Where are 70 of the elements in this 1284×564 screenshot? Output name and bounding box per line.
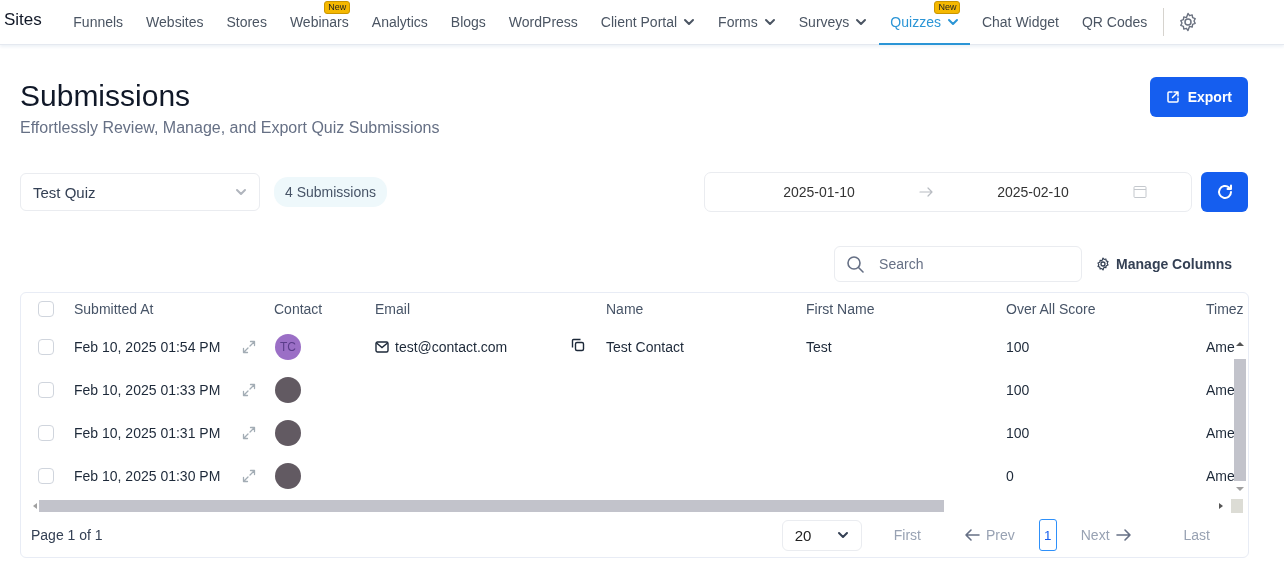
table-cell: 100: [1006, 381, 1030, 398]
nav-tab[interactable]: Forms: [706, 13, 788, 45]
column-header: First Name: [806, 301, 876, 317]
copy-icon[interactable]: [571, 338, 585, 352]
nav-tab[interactable]: WordPress: [497, 13, 590, 45]
table-cell: Test: [806, 338, 832, 355]
table-cell: Test Contact: [606, 338, 684, 355]
column-header: Timez: [1206, 301, 1245, 317]
nav-tab[interactable]: Stores: [214, 13, 279, 45]
checkbox[interactable]: [38, 338, 54, 355]
search-field[interactable]: Search: [834, 246, 1083, 282]
avatar: TC: [275, 333, 301, 360]
nav-tab[interactable]: Client Portal: [589, 13, 707, 45]
table-cell: Ame: [1206, 424, 1235, 441]
page-title: Submissions: [20, 78, 192, 114]
nav-tab[interactable]: Blogs: [439, 13, 498, 45]
table-cell: 100: [1006, 338, 1030, 355]
column-header: Over All Score: [1006, 301, 1097, 317]
date-range-picker[interactable]: 2025-01-10 2025-02-10: [704, 172, 1192, 212]
page-info: Page 1 of 1: [31, 527, 103, 543]
refresh-button[interactable]: [1201, 172, 1248, 212]
export-button[interactable]: Export: [1149, 77, 1248, 117]
column-header: Email: [375, 301, 411, 317]
table-cell-text: Feb 10, 2025 01:31 PM: [74, 424, 222, 441]
table-cell: Ame: [1206, 338, 1235, 355]
new-badge: New: [934, 0, 961, 14]
arrow-left-icon: [963, 528, 980, 542]
calendar-icon: [1133, 185, 1147, 199]
page-size-select[interactable]: 20: [781, 519, 862, 551]
nav-tab[interactable]: Webinars: [278, 13, 361, 45]
nav-tab[interactable]: Chat Widget: [970, 13, 1071, 45]
column-header: Contact: [274, 301, 324, 317]
arrow-right-icon: [919, 187, 933, 197]
email-link[interactable]: test@contact.com: [375, 338, 571, 355]
checkbox[interactable]: [38, 467, 54, 484]
nav-tab[interactable]: Surveys: [787, 13, 879, 45]
expand-icon[interactable]: [242, 468, 256, 483]
brand-title: Sites: [4, 10, 42, 30]
checkbox[interactable]: [38, 381, 54, 398]
table-cell-text: Feb 10, 2025 01:30 PM: [74, 467, 222, 484]
checkbox[interactable]: [38, 301, 54, 317]
settings-icon: [1096, 257, 1111, 271]
nav-tab[interactable]: QR Codes: [1070, 13, 1159, 45]
nav-tab[interactable]: Analytics: [360, 13, 440, 45]
expand-icon[interactable]: [242, 339, 256, 354]
column-header: Submitted At: [74, 301, 155, 317]
nav-tab[interactable]: Websites: [134, 13, 215, 45]
chevron-icon: [836, 530, 849, 540]
arrow-right-icon: [1115, 528, 1132, 542]
expand-icon[interactable]: [242, 382, 256, 397]
checkbox[interactable]: [38, 424, 54, 441]
page-number-button[interactable]: 1: [1038, 519, 1057, 551]
mail-icon: [375, 340, 389, 353]
expand-icon[interactable]: [242, 425, 256, 440]
nav-tab[interactable]: Funnels: [61, 13, 135, 45]
settings-icon[interactable]: [1177, 12, 1198, 32]
export-icon: [1165, 90, 1180, 104]
table-cell-text: Feb 10, 2025 01:54 PM: [74, 338, 222, 355]
table-cell-text: Feb 10, 2025 01:33 PM: [74, 381, 222, 398]
table-cell: Ame: [1206, 467, 1235, 484]
table-cell: Ame: [1206, 381, 1235, 398]
submission-count-badge: 4 Submissions: [274, 177, 388, 207]
quiz-select[interactable]: Test Quiz: [20, 173, 260, 211]
chevron-icon: [235, 187, 247, 197]
manage-columns-button[interactable]: Manage Columns: [1096, 256, 1248, 272]
table-cell: 0: [1006, 467, 1014, 484]
new-badge: New: [324, 0, 351, 14]
page-subtitle: Effortlessly Review, Manage, and Export Quiz Submissions: [20, 119, 440, 137]
column-header: Name: [606, 301, 645, 317]
table-cell: 100: [1006, 424, 1030, 441]
